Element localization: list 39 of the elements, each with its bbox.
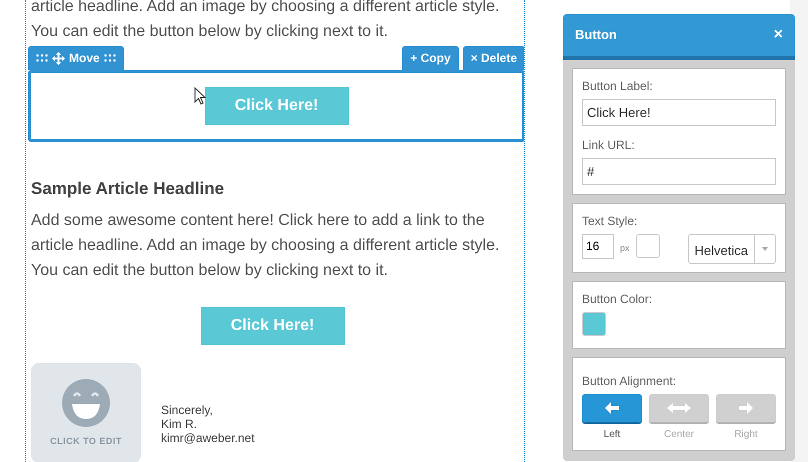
grip-icon: [36, 54, 48, 62]
arrow-icon: [739, 402, 753, 414]
grip-icon: [104, 54, 116, 62]
alignment-label: Left: [604, 428, 620, 442]
delete-button[interactable]: × Delete: [462, 46, 524, 70]
font-dropdown[interactable]: Helvetica: [688, 234, 776, 264]
call-to-action-button[interactable]: Click Here!: [200, 306, 344, 344]
font-size-field[interactable]: 16: [582, 234, 614, 258]
alignment-button[interactable]: [582, 394, 642, 424]
arrow-icon: [605, 402, 619, 414]
image-caption: CLICK TO EDIT: [50, 434, 122, 448]
caret-icon: [762, 246, 768, 250]
copy-button[interactable]: + Copy: [402, 46, 459, 70]
move-handle[interactable]: Move: [28, 46, 124, 70]
move-icon: [52, 52, 65, 64]
call-to-action-button[interactable]: Click Here!: [204, 87, 348, 125]
unit-label: px: [620, 242, 630, 255]
signature-line: Sincerely,: [161, 402, 214, 416]
paragraph: Add some awesome content here! Click here to add a link to the article headline. Add an image by choosing a different article style. You can edit the button below by clicking next to it.: [31, 210, 500, 280]
signature-line: kimr@aweber.net: [161, 430, 255, 444]
field-label: Text Style:: [582, 212, 638, 230]
signature-line: Kim R.: [161, 416, 198, 430]
field-label: Button Color:: [582, 290, 654, 308]
headline: Sample Article Headline: [31, 178, 226, 200]
link-url-field[interactable]: #: [582, 158, 776, 184]
alignment-label: Right: [734, 428, 758, 442]
panel-title: Button: [575, 26, 617, 44]
image-placeholder[interactable]: CLICK TO EDIT: [31, 362, 141, 462]
field-label: Button Alignment:: [582, 372, 678, 390]
button-label-field[interactable]: Click Here!: [582, 98, 776, 126]
smiley-icon: [62, 378, 110, 426]
text-color-swatch[interactable]: [636, 234, 660, 258]
arrow-icon: [667, 402, 691, 414]
cursor-icon: [194, 87, 206, 105]
button-color-swatch[interactable]: [582, 312, 606, 336]
alignment-label: Center: [664, 428, 694, 442]
field-label: Link URL:: [582, 136, 636, 154]
field-label: Button Label:: [582, 78, 654, 94]
close-button[interactable]: ×: [774, 26, 783, 43]
